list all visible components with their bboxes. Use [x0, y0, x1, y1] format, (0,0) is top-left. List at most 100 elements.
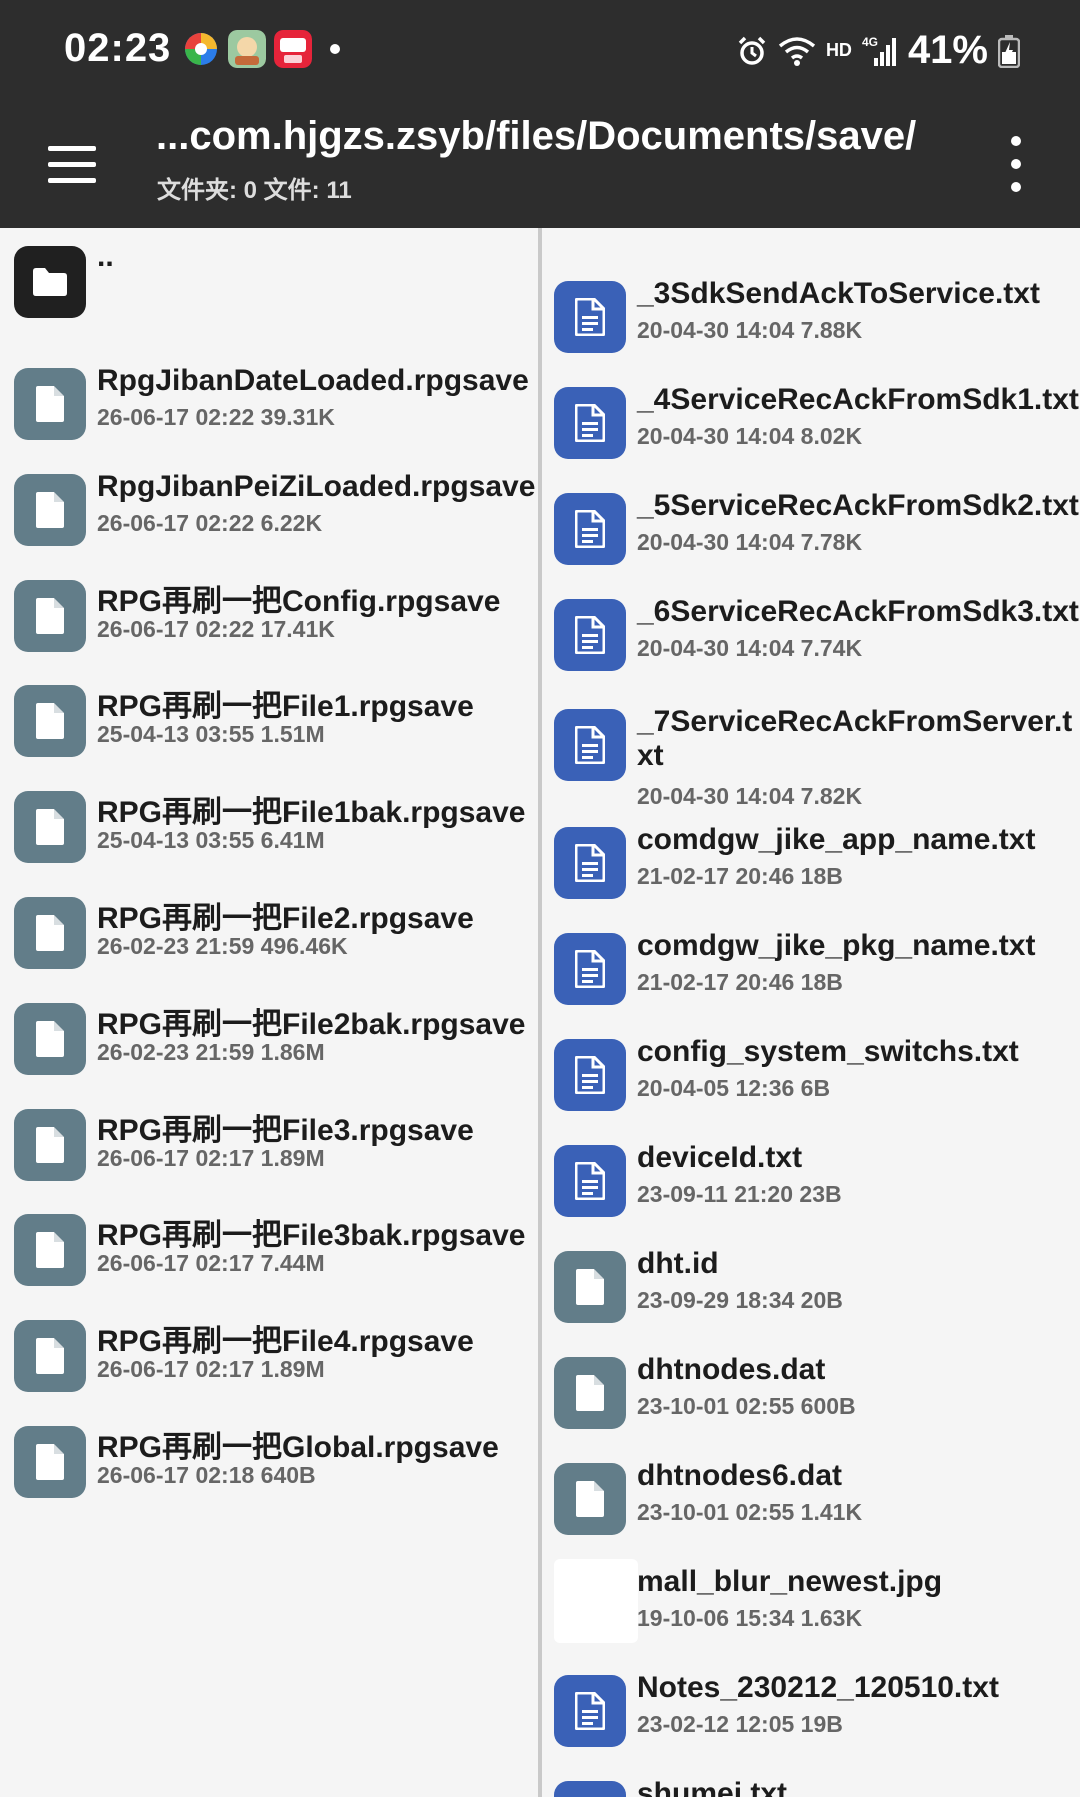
file-name: RPG再刷一把File3bak.rpgsave	[97, 1219, 526, 1253]
file-name: dht.id	[637, 1247, 719, 1280]
file-meta: 20-04-30 14:04 7.74K	[637, 635, 863, 661]
file-list-item[interactable]: _3SdkSendAckToService.txt 20-04-30 14:04 …	[542, 263, 1080, 369]
file-list-item[interactable]: dhtnodes6.dat 23-10-01 02:55 1.41K	[542, 1445, 1080, 1551]
file-icon	[554, 1463, 626, 1535]
overflow-menu-button[interactable]	[996, 130, 1036, 198]
file-list-item[interactable]: RPG再刷一把File4.rpgsave 26-06-17 02:17 1.89M	[0, 1302, 538, 1408]
file-list-item[interactable]: mall_blur_newest.jpg 19-10-06 15:34 1.63K	[542, 1551, 1080, 1657]
text-document-icon	[554, 493, 626, 565]
file-list-item[interactable]: comdgw_jike_pkg_name.txt 21-02-17 20:46 1…	[542, 915, 1080, 1021]
file-name: RPG再刷一把File2.rpgsave	[97, 902, 474, 935]
file-meta: 20-04-05 12:36 6B	[637, 1075, 831, 1101]
file-meta: 21-02-17 20:46 18B	[637, 969, 843, 995]
file-list-item[interactable]: RpgJibanDateLoaded.rpgsave 26-06-17 02:22…	[0, 350, 538, 456]
text-document-icon	[554, 387, 626, 459]
file-meta: 26-06-17 02:18 640B	[97, 1462, 316, 1488]
hd-indicator: HD	[825, 40, 852, 60]
file-meta: 25-04-13 03:55 6.41M	[97, 827, 325, 854]
file-meta: 26-02-23 21:59 1.86M	[97, 1038, 325, 1065]
menu-button[interactable]	[40, 132, 104, 196]
folder-file-counts: 文件夹: 0 文件: 11	[157, 177, 352, 204]
file-meta: 20-04-30 14:04 7.88K	[637, 317, 863, 343]
file-name: _5ServiceRecAckFromSdk2.txt	[637, 489, 1079, 522]
file-icon	[554, 1357, 626, 1429]
file-name: config_system_switchs.txt	[637, 1035, 1019, 1068]
file-name: RPG再刷一把File1bak.rpgsave	[97, 796, 526, 830]
file-meta: 23-09-29 18:34 20B	[637, 1287, 843, 1313]
file-list-item[interactable]: RPG再刷一把File3.rpgsave 26-06-17 02:17 1.89M	[0, 1091, 538, 1197]
file-name: deviceId.txt	[637, 1141, 803, 1174]
file-meta: 21-02-17 20:46 18B	[637, 863, 843, 889]
system-status-icons: HD 4G 41%	[736, 28, 1020, 73]
file-list-item[interactable]: shumei.txt	[542, 1763, 1080, 1797]
file-list-item[interactable]: RPG再刷一把File2.rpgsave 26-02-23 21:59 496.4…	[0, 879, 538, 985]
partial-list-item[interactable]: 20-04-30 14:04 6.07K	[542, 228, 1080, 256]
file-name: Notes_230212_120510.txt	[637, 1671, 999, 1704]
file-list-item[interactable]: RPG再刷一把File3bak.rpgsave 26-06-17 02:17 7.…	[0, 1196, 538, 1302]
app-bar: ...com.hjgzs.zsyb/files/Documents/save/ …	[0, 100, 1080, 228]
file-list-item[interactable]: RPG再刷一把File1bak.rpgsave 25-04-13 03:55 6.…	[0, 773, 538, 879]
file-name: RPG再刷一把Config.rpgsave	[97, 584, 501, 618]
file-meta: 26-02-23 21:59 496.46K	[97, 933, 348, 959]
wifi-icon	[778, 36, 816, 66]
game-notification-icon	[228, 30, 266, 68]
file-name: RPG再刷一把File1.rpgsave	[97, 690, 474, 724]
file-meta: 26-06-17 02:22 6.22K	[97, 509, 323, 536]
file-icon	[14, 685, 86, 758]
file-name: _6ServiceRecAckFromSdk3.txt	[637, 595, 1079, 628]
file-meta: 20-04-30 14:04 7.82K	[637, 783, 863, 809]
file-icon	[14, 1426, 86, 1498]
file-name: RpgJibanPeiZiLoaded.rpgsave	[97, 469, 536, 503]
file-name: RpgJibanDateLoaded.rpgsave	[97, 364, 529, 397]
cellular-signal-icon: 4G	[862, 35, 896, 66]
file-list-item[interactable]: comdgw_jike_app_name.txt 21-02-17 20:46 1…	[542, 809, 1080, 915]
parent-folder-item[interactable]: ..	[0, 228, 538, 334]
file-list-item[interactable]: Notes_230212_120510.txt 23-02-12 12:05 19…	[542, 1657, 1080, 1763]
file-name: dhtnodes6.dat	[637, 1459, 843, 1492]
file-meta: 26-06-17 02:22 17.41K	[97, 615, 335, 642]
file-name: mall_blur_newest.jpg	[637, 1565, 943, 1598]
left-file-pane[interactable]: .. RpgJibanDateLoaded.rpgsave 26-06-17 02…	[0, 228, 538, 1797]
current-path[interactable]: ...com.hjgzs.zsyb/files/Documents/save/	[156, 114, 916, 159]
status-bar: 02:23 HD 4G 41%	[0, 0, 1080, 100]
notification-icons	[182, 30, 340, 68]
file-list-item[interactable]: RPG再刷一把Global.rpgsave 26-06-17 02:18 640B	[0, 1408, 538, 1514]
text-document-icon	[554, 709, 626, 781]
file-icon	[14, 368, 86, 440]
text-document-icon	[554, 933, 626, 1005]
file-list-item[interactable]: dht.id 23-09-29 18:34 20B	[542, 1233, 1080, 1339]
file-list-item[interactable]: _4ServiceRecAckFromSdk1.txt 20-04-30 14:0…	[542, 369, 1080, 475]
right-file-pane[interactable]: 20-04-30 14:04 6.07K _3SdkSendAckToServi…	[542, 228, 1080, 1797]
file-icon	[14, 1320, 86, 1393]
file-meta: 20-04-30 14:04 8.02K	[637, 423, 863, 449]
file-list-item[interactable]: _6ServiceRecAckFromSdk3.txt 20-04-30 14:0…	[542, 581, 1080, 687]
file-list-item[interactable]: RPG再刷一把File1.rpgsave 25-04-13 03:55 1.51M	[0, 667, 538, 773]
file-meta: 20-04-30 14:04 7.78K	[637, 529, 863, 555]
file-name: RPG再刷一把File2bak.rpgsave	[97, 1007, 526, 1041]
file-icon	[14, 1108, 86, 1181]
text-document-icon	[554, 281, 626, 353]
file-meta: 23-09-11 21:20 23B	[637, 1181, 842, 1207]
file-list-item[interactable]: RPG再刷一把Config.rpgsave 26-06-17 02:22 17.4…	[0, 562, 538, 668]
file-icon	[14, 473, 86, 546]
file-name: _3SdkSendAckToService.txt	[637, 277, 1040, 310]
folder-icon	[14, 246, 86, 318]
image-thumbnail	[554, 1559, 638, 1643]
file-icon	[554, 1251, 626, 1323]
file-list-item[interactable]: RpgJibanPeiZiLoaded.rpgsave 26-06-17 02:2…	[0, 456, 538, 562]
file-list-item[interactable]: deviceId.txt 23-09-11 21:20 23B	[542, 1127, 1080, 1233]
file-meta: 26-06-17 02:17 7.44M	[97, 1250, 325, 1277]
more-vert-icon	[1011, 136, 1021, 147]
file-name: RPG再刷一把File3.rpgsave	[97, 1113, 474, 1147]
file-name: comdgw_jike_app_name.txt	[637, 823, 1036, 856]
file-list-item[interactable]: config_system_switchs.txt 20-04-05 12:36 …	[542, 1021, 1080, 1127]
alarm-icon	[738, 36, 766, 65]
file-list-item[interactable]: _5ServiceRecAckFromSdk2.txt 20-04-30 14:0…	[542, 475, 1080, 581]
file-list-item[interactable]: _7ServiceRecAckFromServer.txt 20-04-30 14…	[542, 691, 1080, 809]
file-name: comdgw_jike_pkg_name.txt	[637, 929, 1036, 962]
text-document-icon	[554, 827, 626, 899]
file-meta: 26-06-17 02:22 39.31K	[97, 404, 335, 430]
file-list-item[interactable]: RPG再刷一把File2bak.rpgsave 26-02-23 21:59 1.…	[0, 985, 538, 1091]
file-list-item[interactable]: dhtnodes.dat 23-10-01 02:55 600B	[542, 1339, 1080, 1445]
svg-text:4G: 4G	[862, 35, 878, 49]
